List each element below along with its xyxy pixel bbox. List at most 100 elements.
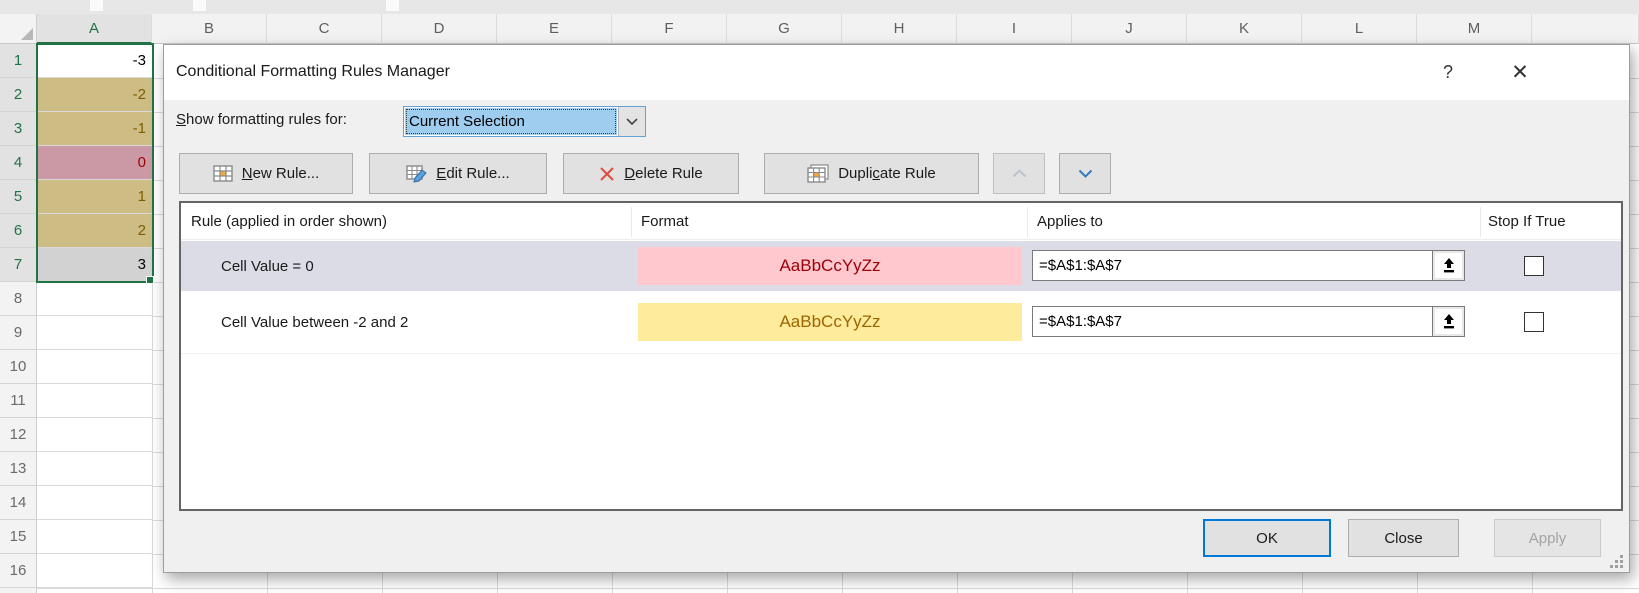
new-rule-button[interactable]: New Rule... (179, 153, 353, 194)
cell-A11[interactable] (37, 384, 152, 418)
help-icon[interactable]: ? (1432, 57, 1464, 87)
cell-A15[interactable] (37, 520, 152, 554)
column-header-D[interactable]: D (382, 14, 497, 44)
edit-rule-button[interactable]: Edit Rule... (369, 153, 547, 194)
column-header-I[interactable]: I (957, 14, 1072, 44)
cell-A4[interactable]: 0 (37, 146, 152, 180)
apply-button[interactable]: Apply (1494, 519, 1601, 557)
column-header-B[interactable]: B (152, 14, 267, 44)
duplicate-rule-icon (807, 164, 829, 183)
column-header-G[interactable]: G (727, 14, 842, 44)
select-all-triangle-icon (21, 28, 33, 40)
strip-notch (193, 0, 206, 11)
fill-handle[interactable] (146, 276, 154, 284)
collapse-dialog-button[interactable] (1432, 250, 1465, 281)
combobox-value[interactable]: Current Selection (405, 108, 617, 135)
row-header-16[interactable]: 16 (0, 554, 37, 588)
row-header-5[interactable]: 5 (0, 180, 37, 214)
strip-notch (386, 0, 399, 11)
resize-grip-icon (1608, 553, 1624, 569)
collapse-dialog-icon (1442, 258, 1456, 273)
cell-A16[interactable] (37, 554, 152, 588)
applies-to-input[interactable]: =$A$1:$A$7 (1032, 250, 1433, 281)
header-separator (1027, 207, 1028, 237)
collapse-dialog-icon (1442, 314, 1456, 329)
col-header-rule: Rule (applied in order shown) (191, 213, 387, 230)
cell-A14[interactable] (37, 486, 152, 520)
close-button[interactable]: Close (1348, 519, 1459, 557)
cell-A7[interactable]: 3 (37, 248, 152, 282)
select-all-corner[interactable] (0, 14, 37, 44)
conditional-formatting-rules-manager-dialog: Conditional Formatting Rules Manager ? ✕… (163, 44, 1630, 573)
cell-A10[interactable] (37, 350, 152, 384)
row-header-13[interactable]: 13 (0, 452, 37, 486)
cell-A13[interactable] (37, 452, 152, 486)
column-header-M[interactable]: M (1417, 14, 1532, 44)
delete-rule-button[interactable]: Delete Rule (563, 153, 739, 194)
combobox-dropdown-button[interactable] (618, 107, 645, 136)
column-header-F[interactable]: F (612, 14, 727, 44)
edit-rule-pencil-icon (406, 165, 427, 183)
new-rule-table-icon (213, 165, 233, 182)
duplicate-rule-button[interactable]: Duplicate Rule (764, 153, 979, 194)
duplicate-rule-label: Duplicate Rule (838, 165, 936, 182)
collapse-dialog-button[interactable] (1432, 306, 1465, 337)
row-header-14[interactable]: 14 (0, 486, 37, 520)
show-rules-for-combobox[interactable]: Current Selection (403, 106, 646, 137)
chevron-down-icon (1078, 169, 1093, 178)
cell-A5[interactable]: 1 (37, 180, 152, 214)
row-header-2[interactable]: 2 (0, 78, 37, 112)
move-rule-up-button[interactable] (993, 153, 1045, 194)
strip-notch (90, 0, 103, 11)
applies-to-input[interactable]: =$A$1:$A$7 (1032, 306, 1433, 337)
gridline-vertical (152, 44, 153, 593)
chevron-down-icon (626, 118, 638, 126)
column-header-K[interactable]: K (1187, 14, 1302, 44)
row-header-10[interactable]: 10 (0, 350, 37, 384)
header-underline (181, 239, 1621, 240)
close-icon[interactable]: ✕ (1498, 55, 1542, 89)
row-header-15[interactable]: 15 (0, 520, 37, 554)
row-header-8[interactable]: 8 (0, 282, 37, 316)
row-header-7[interactable]: 7 (0, 248, 37, 282)
column-header-E[interactable]: E (497, 14, 612, 44)
row-header-12[interactable]: 12 (0, 418, 37, 452)
column-header-L[interactable]: L (1302, 14, 1417, 44)
rule-row[interactable]: Cell Value = 0 AaBbCcYyZz =$A$1:$A$7 (181, 241, 1621, 291)
edit-rule-label: Edit Rule... (436, 165, 509, 182)
move-rule-down-button[interactable] (1059, 153, 1111, 194)
row-header-1[interactable]: 1 (0, 44, 37, 78)
column-header-C[interactable]: C (267, 14, 382, 44)
cell-A1[interactable]: -3 (37, 44, 152, 78)
column-header-A[interactable]: A (37, 14, 152, 44)
col-header-format: Format (641, 213, 689, 230)
header-separator (1480, 207, 1481, 237)
cell-A6[interactable]: 2 (37, 214, 152, 248)
cell-A2[interactable]: -2 (37, 78, 152, 112)
new-rule-label: New Rule... (242, 165, 320, 182)
cell-A12[interactable] (37, 418, 152, 452)
cell-A9[interactable] (37, 316, 152, 350)
column-header-H[interactable]: H (842, 14, 957, 44)
column-header-J[interactable]: J (1072, 14, 1187, 44)
rule-row[interactable]: Cell Value between -2 and 2 AaBbCcYyZz =… (181, 297, 1621, 347)
rule-description: Cell Value between -2 and 2 (221, 297, 408, 347)
chevron-up-icon (1012, 169, 1027, 178)
header-separator (631, 207, 632, 237)
resize-grip[interactable] (1608, 553, 1626, 571)
cell-A8[interactable] (37, 282, 152, 316)
row-header-4[interactable]: 4 (0, 146, 37, 180)
stop-if-true-checkbox[interactable] (1524, 312, 1544, 332)
column-header-blank[interactable] (1532, 14, 1639, 44)
show-rules-for-label: Show formatting rules for: (176, 111, 347, 128)
row-header-11[interactable]: 11 (0, 384, 37, 418)
row-header-6[interactable]: 6 (0, 214, 37, 248)
col-header-stop-if-true: Stop If True (1488, 213, 1566, 230)
row-header-3[interactable]: 3 (0, 112, 37, 146)
ok-button[interactable]: OK (1203, 519, 1331, 557)
format-preview: AaBbCcYyZz (638, 247, 1022, 285)
cell-A3[interactable]: -1 (37, 112, 152, 146)
row-header-9[interactable]: 9 (0, 316, 37, 350)
stop-if-true-checkbox[interactable] (1524, 256, 1544, 276)
row-separator (181, 353, 1621, 354)
